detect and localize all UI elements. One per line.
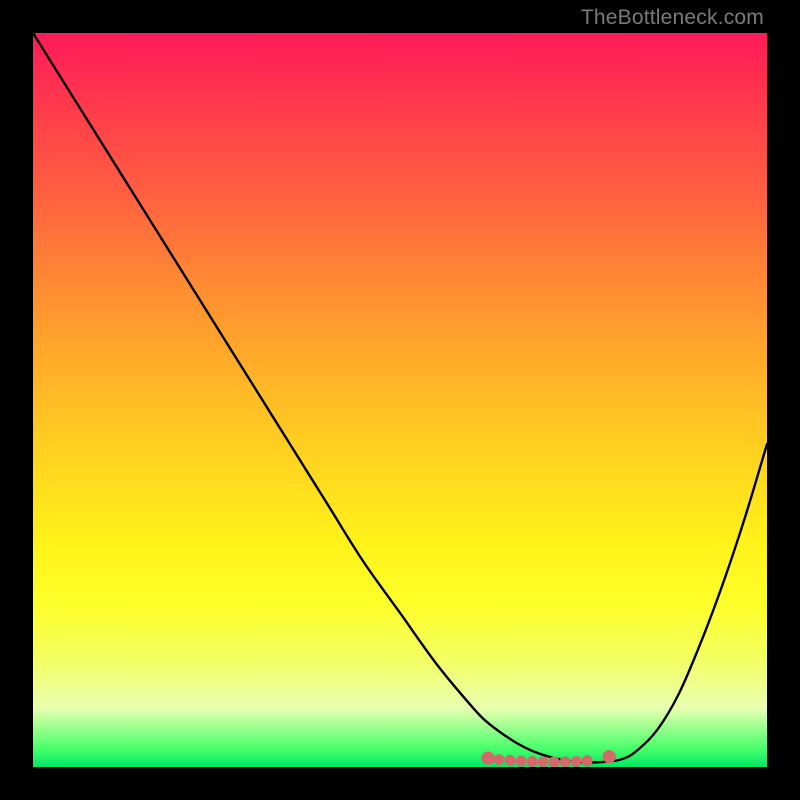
watermark-text: TheBottleneck.com (581, 6, 764, 30)
trough-marker (602, 750, 615, 763)
bottleneck-curve (33, 33, 767, 763)
trough-marker (571, 756, 582, 767)
trough-marker (481, 751, 494, 764)
trough-marker (549, 757, 560, 767)
trough-marker (516, 756, 527, 767)
chart-frame: TheBottleneck.com (0, 0, 800, 800)
plot-area (33, 33, 767, 767)
curve-layer (33, 33, 767, 767)
trough-marker (505, 755, 516, 766)
trough-marker (538, 756, 549, 767)
trough-marker (494, 754, 505, 765)
trough-marker (527, 756, 538, 767)
trough-marker (582, 755, 593, 766)
trough-marker (560, 756, 571, 767)
